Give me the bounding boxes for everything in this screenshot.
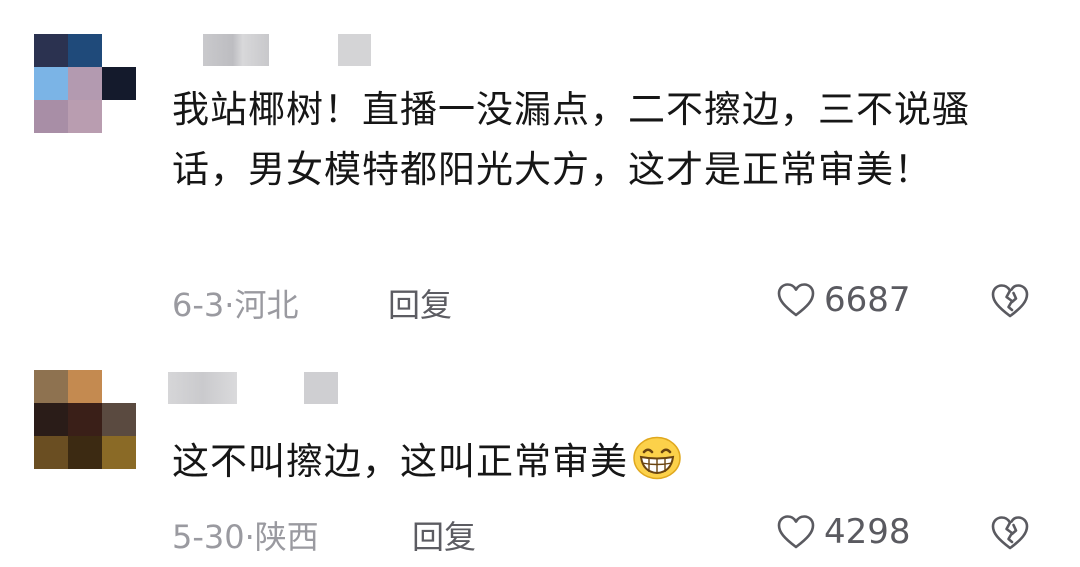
- like-count: 6687: [824, 280, 911, 320]
- reply-button[interactable]: 回复: [412, 512, 476, 558]
- broken-heart-icon[interactable]: [990, 282, 1030, 320]
- user-badge-blurred: [304, 372, 338, 404]
- comment-text-content: 这不叫擦边，这叫正常审美: [172, 440, 628, 483]
- comment-meta: 5-30·陕西: [172, 512, 319, 558]
- comment-meta: 6-3·河北: [172, 280, 298, 326]
- comment-date: 5-30: [172, 518, 245, 556]
- comment-text: 我站椰树！直播一没漏点，二不擦边，三不说骚话，男女模特都阳光大方，这才是正常审美…: [172, 88, 970, 191]
- comment-region: 河北: [234, 286, 299, 324]
- username-blurred[interactable]: [168, 372, 237, 404]
- user-badge-blurred: [338, 34, 371, 66]
- comment-text: 这不叫擦边，这叫正常审美: [172, 432, 1032, 492]
- comment-region: 陕西: [254, 518, 319, 556]
- grinning-face-emoji-icon: [633, 436, 681, 480]
- meta-separator: ·: [224, 286, 235, 324]
- reply-button[interactable]: 回复: [388, 280, 452, 326]
- heart-outline-icon: [777, 283, 815, 317]
- avatar[interactable]: [34, 370, 136, 469]
- broken-heart-icon[interactable]: [990, 514, 1030, 552]
- meta-separator: ·: [244, 518, 255, 556]
- heart-outline-icon: [777, 515, 815, 549]
- like-button[interactable]: 6687: [776, 280, 911, 320]
- avatar[interactable]: [34, 34, 136, 133]
- comment-date: 6-3: [172, 286, 225, 324]
- username-blurred[interactable]: [203, 34, 269, 66]
- like-button[interactable]: 4298: [776, 512, 911, 552]
- like-count: 4298: [824, 512, 911, 552]
